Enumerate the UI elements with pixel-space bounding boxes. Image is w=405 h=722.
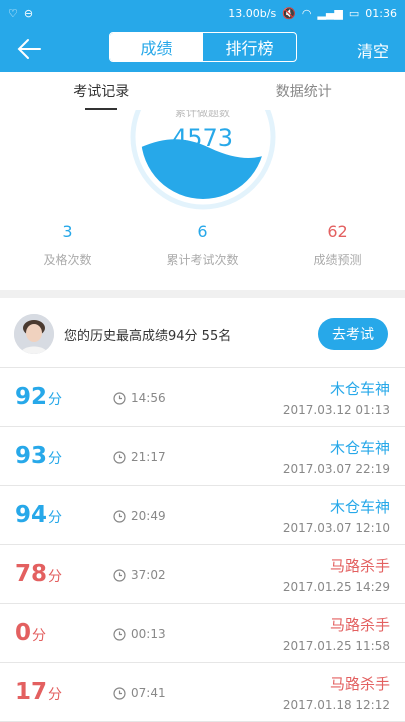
score-value: 93	[15, 443, 47, 469]
rank-title: 木仓车神	[330, 496, 390, 517]
mute-icon: 🔇	[282, 7, 296, 20]
clock-icon	[113, 687, 126, 700]
score: 17分	[15, 679, 62, 705]
score-value: 78	[15, 561, 47, 587]
score-unit: 分	[48, 448, 62, 468]
exam-datetime: 2017.03.07 22:19	[283, 462, 390, 476]
duration: 00:13	[113, 627, 166, 641]
duration-value: 14:56	[131, 391, 166, 405]
score-unit: 分	[48, 389, 62, 409]
duration: 20:49	[113, 509, 166, 523]
list-item[interactable]: 17分 07:41 马路杀手 2017.01.18 12:12	[0, 663, 405, 722]
exam-datetime: 2017.01.25 11:58	[283, 639, 390, 653]
duration: 37:02	[113, 568, 166, 582]
wifi-icon: ◠	[302, 7, 312, 20]
duration-value: 00:13	[131, 627, 166, 641]
heart-shield-icon: ♡	[8, 7, 18, 20]
score-unit: 分	[48, 684, 62, 704]
score-value: 0	[15, 620, 31, 646]
stat-label: 累计考试次数	[135, 251, 270, 268]
duration: 07:41	[113, 686, 166, 700]
duration-value: 21:17	[131, 450, 166, 464]
rank-title: 木仓车神	[330, 437, 390, 458]
score-unit: 分	[48, 507, 62, 527]
score: 94分	[15, 502, 62, 528]
signal-icon: ▂▄▆	[318, 7, 343, 20]
score: 78分	[15, 561, 62, 587]
tab-ranking[interactable]: 排行榜	[203, 33, 296, 61]
score-unit: 分	[48, 566, 62, 586]
stat-value: 3	[0, 222, 135, 241]
stat-prediction: 62 成绩预测	[270, 222, 405, 268]
list-item[interactable]: 93分 21:17 木仓车神 2017.03.07 22:19	[0, 427, 405, 486]
list-item[interactable]: 78分 37:02 马路杀手 2017.01.25 14:29	[0, 545, 405, 604]
exam-datetime: 2017.03.12 01:13	[283, 403, 390, 417]
stat-value: 62	[270, 222, 405, 241]
stat-exam-count: 6 累计考试次数	[135, 222, 270, 268]
nav-bar: 成绩 排行榜 清空	[0, 26, 405, 72]
duration-value: 37:02	[131, 568, 166, 582]
sub-tabs: 考试记录 数据统计	[0, 72, 405, 110]
duration: 14:56	[113, 391, 166, 405]
duration: 21:17	[113, 450, 166, 464]
tab-data-stats[interactable]: 数据统计	[203, 72, 405, 110]
section-divider	[0, 290, 405, 298]
best-score-banner: 您的历史最高成绩94分 55名 去考试	[0, 298, 405, 368]
rank-title: 木仓车神	[330, 378, 390, 399]
clock-icon	[113, 510, 126, 523]
stat-label: 及格次数	[0, 251, 135, 268]
score-value: 94	[15, 502, 47, 528]
score: 0分	[15, 620, 46, 646]
clock-icon	[113, 569, 126, 582]
tab-scores[interactable]: 成绩	[110, 33, 203, 61]
score-value: 17	[15, 679, 47, 705]
exam-record-list: 92分 14:56 木仓车神 2017.03.12 01:13 93分 21:1…	[0, 368, 405, 722]
clock-icon	[113, 392, 126, 405]
list-item[interactable]: 0分 00:13 马路杀手 2017.01.25 11:58	[0, 604, 405, 663]
network-speed: 13.00b/s	[228, 7, 276, 20]
clear-button[interactable]: 清空	[357, 38, 389, 62]
stats-row: 3 及格次数 6 累计考试次数 62 成绩预测	[0, 222, 405, 268]
stat-pass-count: 3 及格次数	[0, 222, 135, 268]
rank-title: 马路杀手	[330, 673, 390, 694]
exam-datetime: 2017.01.25 14:29	[283, 580, 390, 594]
avatar[interactable]	[14, 314, 54, 354]
gauge-value: 4573	[0, 124, 405, 152]
back-arrow-icon[interactable]	[16, 36, 42, 62]
rank-title: 马路杀手	[330, 614, 390, 635]
score-unit: 分	[32, 625, 46, 645]
score-value: 92	[15, 384, 47, 410]
minus-circle-icon: ⊖	[24, 7, 33, 20]
duration-value: 07:41	[131, 686, 166, 700]
duration-value: 20:49	[131, 509, 166, 523]
gauge-label: 累计做题数	[0, 110, 405, 120]
stats-panel: 累计做题数 4573 3 及格次数 6 累计考试次数 62 成绩预测	[0, 110, 405, 290]
list-item[interactable]: 94分 20:49 木仓车神 2017.03.07 12:10	[0, 486, 405, 545]
list-item[interactable]: 92分 14:56 木仓车神 2017.03.12 01:13	[0, 368, 405, 427]
best-score-text: 您的历史最高成绩94分 55名	[64, 325, 231, 344]
score: 92分	[15, 384, 62, 410]
exam-datetime: 2017.01.18 12:12	[283, 698, 390, 712]
status-bar: ♡ ⊖ 13.00b/s 🔇 ◠ ▂▄▆ ▭ 01:36	[0, 0, 405, 26]
score: 93分	[15, 443, 62, 469]
battery-icon: ▭	[349, 7, 359, 20]
clock-time: 01:36	[365, 7, 397, 20]
tab-exam-records[interactable]: 考试记录	[0, 72, 203, 110]
exam-datetime: 2017.03.07 12:10	[283, 521, 390, 535]
stat-label: 成绩预测	[270, 251, 405, 268]
clock-icon	[113, 451, 126, 464]
stat-value: 6	[135, 222, 270, 241]
take-exam-button[interactable]: 去考试	[318, 318, 388, 350]
clock-icon	[113, 628, 126, 641]
rank-title: 马路杀手	[330, 555, 390, 576]
segment-control: 成绩 排行榜	[109, 32, 297, 62]
